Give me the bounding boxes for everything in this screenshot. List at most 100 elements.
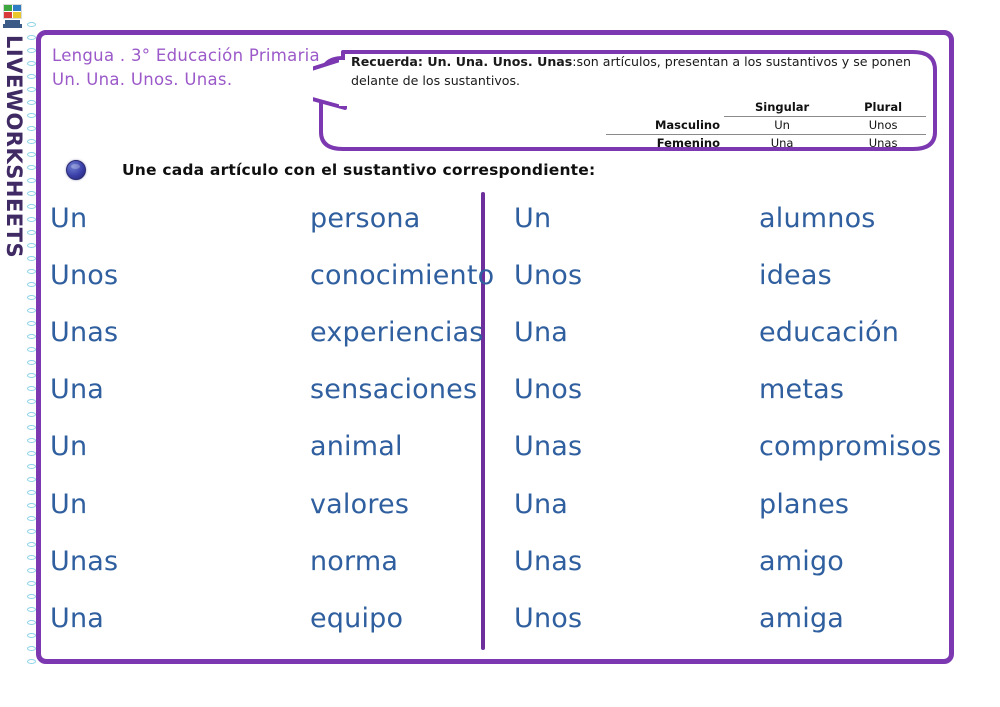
spiral-binding: [27, 22, 36, 667]
articles-table-head: Singular Plural: [606, 99, 926, 117]
spiral-ring: [27, 269, 36, 274]
matching-row: Un valores: [50, 484, 478, 524]
noun-word[interactable]: alumnos: [759, 203, 876, 234]
noun-word[interactable]: planes: [759, 489, 849, 520]
spiral-ring: [27, 282, 36, 287]
spiral-ring: [27, 633, 36, 638]
spiral-ring: [27, 334, 36, 339]
logo-base: [3, 24, 22, 28]
spiral-ring: [27, 464, 36, 469]
spiral-ring: [27, 321, 36, 326]
spiral-ring: [27, 152, 36, 157]
article-word[interactable]: Una: [514, 317, 759, 348]
brand-rail: LIVEWORKSHEETS: [0, 0, 26, 707]
spiral-ring: [27, 581, 36, 586]
article-word[interactable]: Una: [50, 374, 310, 405]
noun-word[interactable]: valores: [310, 489, 409, 520]
noun-word[interactable]: norma: [310, 546, 398, 577]
article-word[interactable]: Unas: [50, 317, 310, 348]
spiral-ring: [27, 438, 36, 443]
spiral-ring: [27, 529, 36, 534]
article-word[interactable]: Unos: [514, 603, 759, 634]
page-title-line-2: Un. Una. Unos. Unas.: [52, 70, 233, 89]
page-title-line-1: Lengua . 3° Educación Primaria: [52, 46, 320, 65]
spiral-ring: [27, 295, 36, 300]
instruction-row: Une cada artículo con el sustantivo corr…: [66, 160, 595, 180]
spiral-ring: [27, 191, 36, 196]
noun-word[interactable]: experiencias: [310, 317, 484, 348]
spiral-ring: [27, 243, 36, 248]
matching-row: Unas amigo: [514, 541, 944, 581]
logo-color-grid: [3, 4, 22, 19]
article-word[interactable]: Unas: [514, 431, 759, 462]
noun-word[interactable]: equipo: [310, 603, 403, 634]
spiral-ring: [27, 139, 36, 144]
noun-word[interactable]: educación: [759, 317, 899, 348]
noun-word[interactable]: conocimiento: [310, 260, 494, 291]
spiral-ring: [27, 425, 36, 430]
noun-word[interactable]: metas: [759, 374, 844, 405]
spiral-ring: [27, 620, 36, 625]
articles-table-row-label-masculino: Masculino: [606, 116, 724, 135]
articles-table-corner-cell: [606, 99, 724, 117]
matching-row: Unos ideas: [514, 255, 944, 295]
noun-word[interactable]: amigo: [759, 546, 844, 577]
noun-word[interactable]: amiga: [759, 603, 844, 634]
exercise-column-left: Un persona Unos conocimiento Unas experiencia…: [50, 190, 494, 652]
noun-word[interactable]: animal: [310, 431, 403, 462]
recuerda-paragraph: Recuerda: Un. Una. Unos. Unas:son artícu…: [351, 52, 926, 90]
noun-word[interactable]: persona: [310, 203, 421, 234]
article-word[interactable]: Una: [50, 603, 310, 634]
article-word[interactable]: Un: [514, 203, 759, 234]
article-word[interactable]: Unos: [514, 374, 759, 405]
articles-table-header-plural: Plural: [840, 99, 926, 117]
spiral-ring: [27, 386, 36, 391]
article-word[interactable]: Un: [50, 431, 310, 462]
spiral-ring: [27, 87, 36, 92]
matching-row: Unos metas: [514, 370, 944, 410]
spiral-ring: [27, 607, 36, 612]
articles-table-cell-masculino-singular: Un: [724, 116, 841, 135]
noun-word[interactable]: ideas: [759, 260, 832, 291]
spiral-ring: [27, 542, 36, 547]
matching-row: Unas experiencias: [50, 312, 483, 352]
matching-row: Unos conocimiento: [50, 255, 494, 295]
articles-table-body: Masculino Un Unos Femenino Una Unas: [606, 116, 926, 153]
article-word[interactable]: Unas: [50, 546, 310, 577]
article-word[interactable]: Un: [50, 203, 310, 234]
matching-exercise: Un persona Unos conocimiento Unas experiencia…: [36, 190, 954, 652]
articles-table-cell-femenino-plural: Unas: [868, 136, 898, 150]
articles-table-header-row: Singular Plural: [606, 99, 926, 117]
blue-bullet-icon: [66, 160, 86, 180]
matching-row: Unas compromisos: [514, 427, 944, 467]
spiral-ring: [27, 48, 36, 53]
spiral-ring: [27, 412, 36, 417]
article-word[interactable]: Unos: [514, 260, 759, 291]
spiral-ring: [27, 568, 36, 573]
spiral-ring: [27, 217, 36, 222]
recuerda-content: Recuerda: Un. Una. Unos. Unas:son artícu…: [351, 52, 926, 150]
article-word[interactable]: Un: [50, 489, 310, 520]
article-word[interactable]: Unas: [514, 546, 759, 577]
page-title: Lengua . 3° Educación Primaria Un. Una. …: [52, 44, 322, 92]
logo-square-yellow: [13, 12, 21, 18]
spiral-ring: [27, 477, 36, 482]
spiral-ring: [27, 594, 36, 599]
noun-word[interactable]: compromisos: [759, 431, 942, 462]
matching-row: Un persona: [50, 198, 478, 238]
article-word[interactable]: Una: [514, 489, 759, 520]
articles-table-header-singular: Singular: [724, 99, 841, 117]
spiral-ring: [27, 35, 36, 40]
noun-word[interactable]: sensaciones: [310, 374, 477, 405]
spiral-ring: [27, 399, 36, 404]
article-word[interactable]: Unos: [50, 260, 310, 291]
spiral-ring: [27, 347, 36, 352]
spiral-ring: [27, 256, 36, 261]
spiral-ring: [27, 451, 36, 456]
recuerda-lead-label: Recuerda:: [351, 54, 428, 69]
spiral-ring: [27, 113, 36, 118]
logo-square-blue: [13, 5, 21, 11]
spiral-ring: [27, 100, 36, 105]
spiral-ring: [27, 165, 36, 170]
matching-row: Una equipo: [50, 598, 478, 638]
